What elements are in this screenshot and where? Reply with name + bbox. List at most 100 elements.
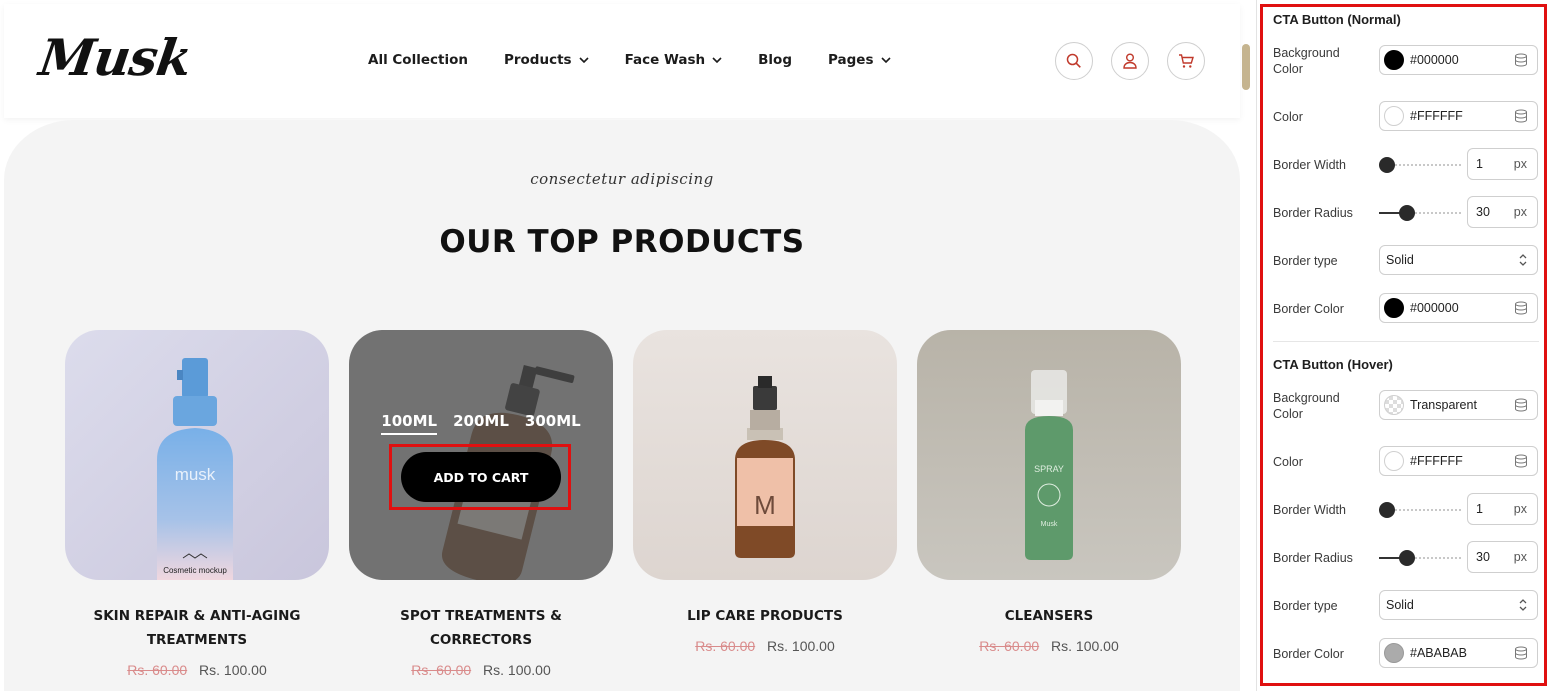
top-products-section: consectetur adipiscing OUR TOP PRODUCTS …: [4, 120, 1240, 691]
background-color-field[interactable]: #000000: [1379, 45, 1538, 75]
database-icon[interactable]: [1514, 454, 1528, 468]
user-icon: [1123, 53, 1137, 69]
price-row: Rs. 60.00 Rs. 100.00: [633, 638, 897, 654]
size-option-300ml[interactable]: 300ML: [525, 412, 581, 435]
input-value: 1: [1476, 502, 1483, 516]
border-width-input[interactable]: 1 px: [1467, 148, 1538, 180]
account-button[interactable]: [1111, 42, 1149, 80]
updown-chevron-icon: [1519, 254, 1527, 266]
database-icon[interactable]: [1514, 53, 1528, 67]
hover-border-radius-slider[interactable]: [1379, 550, 1461, 566]
cart-button[interactable]: [1167, 42, 1205, 80]
hover-border-type-select[interactable]: Solid: [1379, 590, 1538, 620]
bottle-label: SPRAY: [1034, 464, 1064, 474]
product-name[interactable]: CLEANSERS: [917, 604, 1181, 628]
nav-item-label: Blog: [758, 52, 792, 68]
border-width-slider[interactable]: [1379, 157, 1461, 173]
label-border-width: Border Width: [1273, 158, 1346, 172]
bottle-image: musk Cosmetic mockup: [157, 358, 233, 580]
product-card[interactable]: musk Cosmetic mockup SKIN REPAIR & ANTI-…: [65, 330, 329, 678]
slider-handle[interactable]: [1379, 502, 1395, 518]
database-icon[interactable]: [1514, 398, 1528, 412]
color-value: Transparent: [1410, 398, 1477, 412]
hover-background-color-field[interactable]: Transparent: [1379, 390, 1538, 420]
group-title-normal: CTA Button (Normal): [1273, 12, 1401, 27]
preview-scrollbar[interactable]: [1242, 44, 1250, 90]
hover-text-color-field[interactable]: #FFFFFF: [1379, 446, 1538, 476]
cart-icon: [1179, 54, 1194, 68]
hover-border-radius-input[interactable]: 30 px: [1467, 541, 1538, 573]
nav-item-label: Face Wash: [624, 52, 706, 68]
nav-item-face-wash[interactable]: Face Wash: [625, 52, 723, 68]
bottle-sublabel: Musk: [1041, 521, 1058, 528]
color-value: #000000: [1410, 301, 1459, 315]
color-swatch[interactable]: [1384, 106, 1404, 126]
search-button[interactable]: [1055, 42, 1093, 80]
old-price: Rs. 60.00: [411, 662, 472, 678]
border-color-field[interactable]: #000000: [1379, 293, 1538, 323]
database-icon[interactable]: [1514, 301, 1528, 315]
chevron-down-icon: [578, 57, 589, 63]
updown-chevron-icon: [1519, 599, 1527, 611]
color-value: #000000: [1410, 53, 1459, 67]
nav-item-blog[interactable]: Blog: [758, 52, 792, 68]
old-price: Rs. 60.00: [979, 638, 1040, 654]
product-image[interactable]: musk Cosmetic mockup: [65, 330, 329, 580]
color-swatch[interactable]: [1384, 50, 1404, 70]
border-radius-input[interactable]: 30 px: [1467, 196, 1538, 228]
add-to-cart-button[interactable]: ADD TO CART: [401, 452, 561, 502]
product-name[interactable]: SKIN REPAIR & ANTI-AGING TREATMENTS: [65, 604, 329, 652]
price: Rs. 100.00: [767, 638, 835, 654]
input-value: 1: [1476, 157, 1483, 171]
hover-border-width-slider[interactable]: [1379, 502, 1461, 518]
group-divider: [1273, 341, 1539, 342]
hover-border-width-input[interactable]: 1 px: [1467, 493, 1538, 525]
color-swatch[interactable]: [1384, 298, 1404, 318]
product-image[interactable]: SPRAY Musk: [917, 330, 1181, 580]
slider-handle[interactable]: [1379, 157, 1395, 173]
price-row: Rs. 60.00 Rs. 100.00: [349, 662, 613, 678]
color-swatch[interactable]: [1384, 395, 1404, 415]
nav-item-products[interactable]: Products: [504, 52, 589, 68]
border-type-select[interactable]: Solid: [1379, 245, 1538, 275]
label-border-color: Border Color: [1273, 647, 1344, 661]
site-logo[interactable]: Musk: [36, 28, 195, 87]
product-card[interactable]: SPRAY Musk CLEANSERS Rs. 60.00 Rs. 100.0…: [917, 330, 1181, 654]
slider-handle[interactable]: [1399, 550, 1415, 566]
nav-item-pages[interactable]: Pages: [828, 52, 891, 68]
store-preview: Musk All Collection Products Face Wash B…: [0, 0, 1256, 691]
search-icon: [1066, 53, 1081, 68]
unit-label: px: [1513, 205, 1527, 219]
price: Rs. 100.00: [1051, 638, 1119, 654]
color-swatch[interactable]: [1384, 643, 1404, 663]
product-name[interactable]: LIP CARE PRODUCTS: [633, 604, 897, 628]
select-value: Solid: [1386, 598, 1414, 612]
section-title: OUR TOP PRODUCTS: [439, 224, 805, 260]
hover-border-color-field[interactable]: #ABABAB: [1379, 638, 1538, 668]
product-card[interactable]: M LIP CARE PRODUCTS Rs. 60.00 Rs. 100.00: [633, 330, 897, 654]
database-icon[interactable]: [1514, 109, 1528, 123]
product-name[interactable]: SPOT TREATMENTS & CORRECTORS: [349, 604, 613, 652]
product-card-hovered[interactable]: 100ML 200ML 300ML ADD TO CART SPOT TREAT…: [349, 330, 613, 678]
unit-label: px: [1513, 550, 1527, 564]
label-color: Color: [1273, 110, 1303, 124]
unit-label: px: [1513, 157, 1527, 171]
slider-handle[interactable]: [1399, 205, 1415, 221]
text-color-field[interactable]: #FFFFFF: [1379, 101, 1538, 131]
bottle-image: M: [735, 376, 795, 558]
database-icon[interactable]: [1514, 646, 1528, 660]
size-option-200ml[interactable]: 200ML: [453, 412, 509, 435]
price-row: Rs. 60.00 Rs. 100.00: [65, 662, 329, 678]
size-option-100ml[interactable]: 100ML: [381, 412, 438, 435]
product-image[interactable]: M: [633, 330, 897, 580]
nav-item-all-collection[interactable]: All Collection: [368, 52, 468, 68]
unit-label: px: [1513, 502, 1527, 516]
site-header: Musk All Collection Products Face Wash B…: [4, 4, 1240, 118]
nav-item-label: Products: [503, 52, 572, 68]
color-swatch[interactable]: [1384, 451, 1404, 471]
border-radius-slider[interactable]: [1379, 205, 1461, 221]
label-background-color: Background Color: [1273, 46, 1340, 76]
group-title-hover: CTA Button (Hover): [1273, 357, 1393, 372]
label-border-type: Border type: [1273, 599, 1338, 613]
product-image[interactable]: 100ML 200ML 300ML ADD TO CART: [349, 330, 613, 580]
